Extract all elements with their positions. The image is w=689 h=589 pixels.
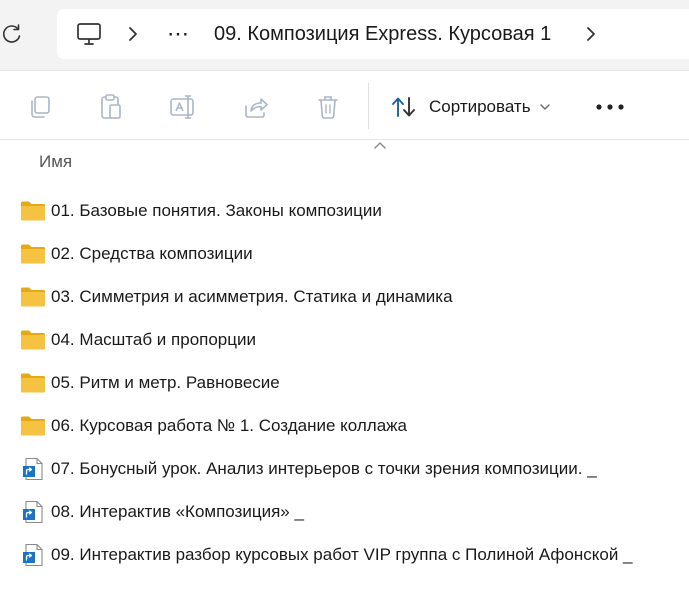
breadcrumb-overflow-button[interactable]: ⋯ [167, 9, 190, 59]
chevron-right-icon [587, 27, 595, 41]
shortcut-file-icon [20, 500, 46, 524]
file-list: 01. Базовые понятия. Законы композиции 02… [0, 189, 689, 576]
computer-icon [77, 23, 101, 45]
sort-icon [392, 97, 415, 117]
share-icon [245, 98, 268, 118]
column-name-header[interactable]: Имя [39, 152, 72, 172]
sort-ascending-icon [374, 142, 386, 149]
computer-crumb[interactable] [76, 9, 102, 59]
file-name: 06. Курсовая работа № 1. Создание коллаж… [51, 415, 407, 435]
file-name: 07. Бонусный урок. Анализ интерьеров с т… [51, 458, 597, 478]
file-row[interactable]: 07. Бонусный урок. Анализ интерьеров с т… [0, 447, 689, 490]
share-button[interactable] [241, 92, 271, 122]
column-header: Имя [0, 140, 689, 184]
chevron-right-icon [129, 27, 137, 41]
file-name: 01. Базовые понятия. Законы композиции [51, 200, 382, 220]
file-row[interactable]: 05. Ритм и метр. Равновесие [0, 361, 689, 404]
folder-icon [20, 199, 46, 223]
file-row[interactable]: 09. Интерактив разбор курсовых работ VIP… [0, 533, 689, 576]
folder-icon [20, 371, 46, 395]
refresh-icon [2, 24, 21, 43]
refresh-button[interactable] [0, 20, 24, 48]
copy-icon [31, 96, 50, 118]
paste-button[interactable] [96, 92, 126, 122]
folder-icon [20, 285, 46, 309]
rename-button[interactable] [168, 92, 198, 122]
address-bar: ⋯ 09. Композиция Express. Курсовая 1 [0, 0, 689, 70]
sort-button-label: Сортировать [429, 97, 531, 116]
sort-button[interactable]: Сортировать [390, 89, 551, 125]
file-row[interactable]: 06. Курсовая работа № 1. Создание коллаж… [0, 404, 689, 447]
file-row[interactable]: 01. Базовые понятия. Законы композиции [0, 189, 689, 232]
breadcrumb: ⋯ 09. Композиция Express. Курсовая 1 [57, 9, 689, 59]
file-name: 05. Ритм и метр. Равновесие [51, 372, 280, 392]
folder-icon [20, 328, 46, 352]
shortcut-file-icon [20, 543, 46, 567]
chevron-down-icon [539, 104, 550, 110]
overflow-icon: ⋯ [167, 21, 190, 46]
toolbar-divider [368, 83, 369, 129]
delete-icon [318, 96, 338, 119]
breadcrumb-current-folder[interactable]: 09. Композиция Express. Курсовая 1 [214, 9, 551, 59]
file-row[interactable]: 02. Средства композиции [0, 232, 689, 275]
breadcrumb-separator-end[interactable] [585, 9, 597, 59]
paste-icon [101, 94, 121, 119]
command-bar: Сортировать [0, 70, 689, 140]
file-row[interactable]: 08. Интерактив «Композиция» _ [0, 490, 689, 533]
shortcut-file-icon [20, 457, 46, 481]
current-folder-label: 09. Композиция Express. Курсовая 1 [214, 22, 552, 45]
folder-icon [20, 242, 46, 266]
file-name: 09. Интерактив разбор курсовых работ VIP… [51, 544, 633, 564]
delete-button[interactable] [313, 92, 343, 122]
rename-icon [170, 95, 194, 119]
more-options-button[interactable] [594, 93, 626, 121]
file-name: 03. Симметрия и асимметрия. Статика и ди… [51, 286, 453, 306]
breadcrumb-separator[interactable] [127, 9, 139, 59]
folder-icon [20, 414, 46, 438]
file-name: 04. Масштаб и пропорции [51, 329, 256, 349]
file-name: 08. Интерактив «Композиция» _ [51, 501, 304, 521]
file-row[interactable]: 04. Масштаб и пропорции [0, 318, 689, 361]
file-row[interactable]: 03. Симметрия и асимметрия. Статика и ди… [0, 275, 689, 318]
copy-button[interactable] [25, 92, 55, 122]
more-icon [596, 104, 624, 110]
file-name: 02. Средства композиции [51, 243, 253, 263]
